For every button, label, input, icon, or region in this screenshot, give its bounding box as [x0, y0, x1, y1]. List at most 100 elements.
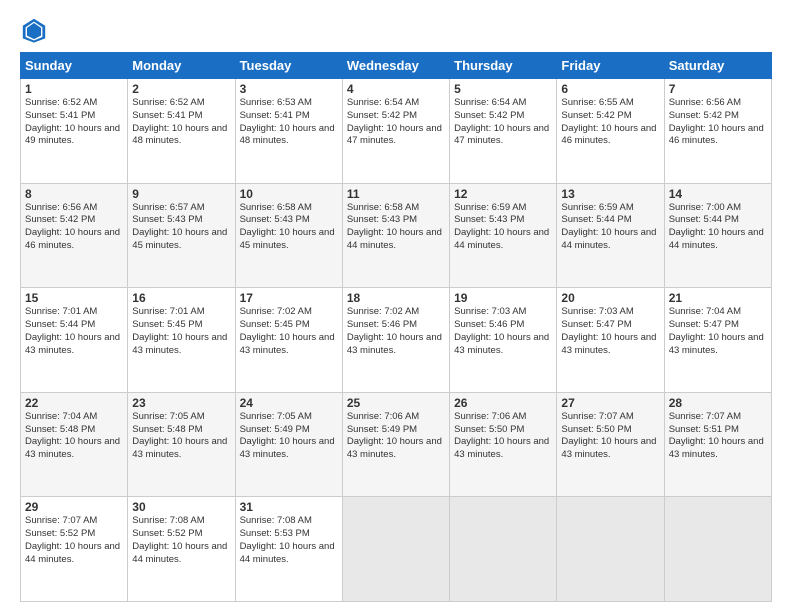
- day-number: 13: [561, 187, 659, 201]
- calendar-day-cell: 8Sunrise: 6:56 AMSunset: 5:42 PMDaylight…: [21, 183, 128, 288]
- calendar-day-cell: 10Sunrise: 6:58 AMSunset: 5:43 PMDayligh…: [235, 183, 342, 288]
- day-info: Sunrise: 6:58 AMSunset: 5:43 PMDaylight:…: [240, 202, 338, 253]
- calendar-day-cell: 21Sunrise: 7:04 AMSunset: 5:47 PMDayligh…: [664, 288, 771, 393]
- calendar-day-cell: 31Sunrise: 7:08 AMSunset: 5:53 PMDayligh…: [235, 497, 342, 602]
- calendar-day-cell: [664, 497, 771, 602]
- day-number: 30: [132, 500, 230, 514]
- calendar-day-cell: 23Sunrise: 7:05 AMSunset: 5:48 PMDayligh…: [128, 392, 235, 497]
- calendar-day-cell: 27Sunrise: 7:07 AMSunset: 5:50 PMDayligh…: [557, 392, 664, 497]
- calendar-header-tuesday: Tuesday: [235, 53, 342, 79]
- day-number: 12: [454, 187, 552, 201]
- day-info: Sunrise: 6:56 AMSunset: 5:42 PMDaylight:…: [25, 202, 123, 253]
- header: [20, 16, 772, 44]
- day-number: 28: [669, 396, 767, 410]
- calendar-table: SundayMondayTuesdayWednesdayThursdayFrid…: [20, 52, 772, 602]
- calendar-day-cell: 14Sunrise: 7:00 AMSunset: 5:44 PMDayligh…: [664, 183, 771, 288]
- day-info: Sunrise: 7:08 AMSunset: 5:52 PMDaylight:…: [132, 515, 230, 566]
- day-number: 18: [347, 291, 445, 305]
- day-number: 20: [561, 291, 659, 305]
- calendar-header-row: SundayMondayTuesdayWednesdayThursdayFrid…: [21, 53, 772, 79]
- day-number: 11: [347, 187, 445, 201]
- calendar-day-cell: 1Sunrise: 6:52 AMSunset: 5:41 PMDaylight…: [21, 79, 128, 184]
- day-info: Sunrise: 6:52 AMSunset: 5:41 PMDaylight:…: [132, 97, 230, 148]
- calendar-day-cell: 30Sunrise: 7:08 AMSunset: 5:52 PMDayligh…: [128, 497, 235, 602]
- calendar-day-cell: 28Sunrise: 7:07 AMSunset: 5:51 PMDayligh…: [664, 392, 771, 497]
- calendar-week-row: 15Sunrise: 7:01 AMSunset: 5:44 PMDayligh…: [21, 288, 772, 393]
- day-info: Sunrise: 7:06 AMSunset: 5:50 PMDaylight:…: [454, 411, 552, 462]
- calendar-header-sunday: Sunday: [21, 53, 128, 79]
- calendar-day-cell: [450, 497, 557, 602]
- day-number: 24: [240, 396, 338, 410]
- calendar-day-cell: 25Sunrise: 7:06 AMSunset: 5:49 PMDayligh…: [342, 392, 449, 497]
- day-info: Sunrise: 6:55 AMSunset: 5:42 PMDaylight:…: [561, 97, 659, 148]
- calendar-day-cell: 18Sunrise: 7:02 AMSunset: 5:46 PMDayligh…: [342, 288, 449, 393]
- calendar-day-cell: 6Sunrise: 6:55 AMSunset: 5:42 PMDaylight…: [557, 79, 664, 184]
- day-info: Sunrise: 7:07 AMSunset: 5:50 PMDaylight:…: [561, 411, 659, 462]
- calendar-header-wednesday: Wednesday: [342, 53, 449, 79]
- calendar-day-cell: 26Sunrise: 7:06 AMSunset: 5:50 PMDayligh…: [450, 392, 557, 497]
- day-number: 17: [240, 291, 338, 305]
- day-number: 1: [25, 82, 123, 96]
- calendar-day-cell: 11Sunrise: 6:58 AMSunset: 5:43 PMDayligh…: [342, 183, 449, 288]
- calendar-day-cell: 20Sunrise: 7:03 AMSunset: 5:47 PMDayligh…: [557, 288, 664, 393]
- calendar-day-cell: 24Sunrise: 7:05 AMSunset: 5:49 PMDayligh…: [235, 392, 342, 497]
- day-number: 22: [25, 396, 123, 410]
- day-number: 25: [347, 396, 445, 410]
- calendar-day-cell: [342, 497, 449, 602]
- day-number: 31: [240, 500, 338, 514]
- day-info: Sunrise: 6:54 AMSunset: 5:42 PMDaylight:…: [454, 97, 552, 148]
- day-info: Sunrise: 6:57 AMSunset: 5:43 PMDaylight:…: [132, 202, 230, 253]
- calendar-day-cell: 5Sunrise: 6:54 AMSunset: 5:42 PMDaylight…: [450, 79, 557, 184]
- calendar-day-cell: 2Sunrise: 6:52 AMSunset: 5:41 PMDaylight…: [128, 79, 235, 184]
- day-number: 16: [132, 291, 230, 305]
- calendar-header-friday: Friday: [557, 53, 664, 79]
- day-number: 3: [240, 82, 338, 96]
- day-number: 21: [669, 291, 767, 305]
- day-number: 15: [25, 291, 123, 305]
- day-info: Sunrise: 7:08 AMSunset: 5:53 PMDaylight:…: [240, 515, 338, 566]
- day-info: Sunrise: 6:59 AMSunset: 5:44 PMDaylight:…: [561, 202, 659, 253]
- day-number: 4: [347, 82, 445, 96]
- day-info: Sunrise: 7:02 AMSunset: 5:45 PMDaylight:…: [240, 306, 338, 357]
- day-info: Sunrise: 6:58 AMSunset: 5:43 PMDaylight:…: [347, 202, 445, 253]
- day-number: 29: [25, 500, 123, 514]
- calendar-day-cell: 17Sunrise: 7:02 AMSunset: 5:45 PMDayligh…: [235, 288, 342, 393]
- logo: [20, 16, 52, 44]
- day-info: Sunrise: 7:04 AMSunset: 5:48 PMDaylight:…: [25, 411, 123, 462]
- day-number: 5: [454, 82, 552, 96]
- day-info: Sunrise: 7:03 AMSunset: 5:47 PMDaylight:…: [561, 306, 659, 357]
- calendar-day-cell: 22Sunrise: 7:04 AMSunset: 5:48 PMDayligh…: [21, 392, 128, 497]
- day-number: 26: [454, 396, 552, 410]
- calendar-week-row: 29Sunrise: 7:07 AMSunset: 5:52 PMDayligh…: [21, 497, 772, 602]
- calendar-day-cell: 29Sunrise: 7:07 AMSunset: 5:52 PMDayligh…: [21, 497, 128, 602]
- calendar-week-row: 8Sunrise: 6:56 AMSunset: 5:42 PMDaylight…: [21, 183, 772, 288]
- calendar-day-cell: 16Sunrise: 7:01 AMSunset: 5:45 PMDayligh…: [128, 288, 235, 393]
- day-info: Sunrise: 7:06 AMSunset: 5:49 PMDaylight:…: [347, 411, 445, 462]
- day-info: Sunrise: 6:54 AMSunset: 5:42 PMDaylight:…: [347, 97, 445, 148]
- day-info: Sunrise: 7:07 AMSunset: 5:51 PMDaylight:…: [669, 411, 767, 462]
- day-info: Sunrise: 7:03 AMSunset: 5:46 PMDaylight:…: [454, 306, 552, 357]
- day-number: 14: [669, 187, 767, 201]
- calendar-header-thursday: Thursday: [450, 53, 557, 79]
- day-number: 27: [561, 396, 659, 410]
- calendar-day-cell: 4Sunrise: 6:54 AMSunset: 5:42 PMDaylight…: [342, 79, 449, 184]
- day-number: 8: [25, 187, 123, 201]
- day-info: Sunrise: 7:04 AMSunset: 5:47 PMDaylight:…: [669, 306, 767, 357]
- day-info: Sunrise: 6:52 AMSunset: 5:41 PMDaylight:…: [25, 97, 123, 148]
- day-info: Sunrise: 6:59 AMSunset: 5:43 PMDaylight:…: [454, 202, 552, 253]
- logo-icon: [20, 16, 48, 44]
- day-number: 19: [454, 291, 552, 305]
- day-info: Sunrise: 6:53 AMSunset: 5:41 PMDaylight:…: [240, 97, 338, 148]
- day-number: 2: [132, 82, 230, 96]
- day-number: 6: [561, 82, 659, 96]
- day-info: Sunrise: 7:01 AMSunset: 5:44 PMDaylight:…: [25, 306, 123, 357]
- day-info: Sunrise: 7:05 AMSunset: 5:49 PMDaylight:…: [240, 411, 338, 462]
- day-info: Sunrise: 7:05 AMSunset: 5:48 PMDaylight:…: [132, 411, 230, 462]
- day-info: Sunrise: 7:07 AMSunset: 5:52 PMDaylight:…: [25, 515, 123, 566]
- calendar-day-cell: 3Sunrise: 6:53 AMSunset: 5:41 PMDaylight…: [235, 79, 342, 184]
- calendar-week-row: 22Sunrise: 7:04 AMSunset: 5:48 PMDayligh…: [21, 392, 772, 497]
- day-info: Sunrise: 6:56 AMSunset: 5:42 PMDaylight:…: [669, 97, 767, 148]
- day-info: Sunrise: 7:02 AMSunset: 5:46 PMDaylight:…: [347, 306, 445, 357]
- calendar-day-cell: 12Sunrise: 6:59 AMSunset: 5:43 PMDayligh…: [450, 183, 557, 288]
- day-number: 23: [132, 396, 230, 410]
